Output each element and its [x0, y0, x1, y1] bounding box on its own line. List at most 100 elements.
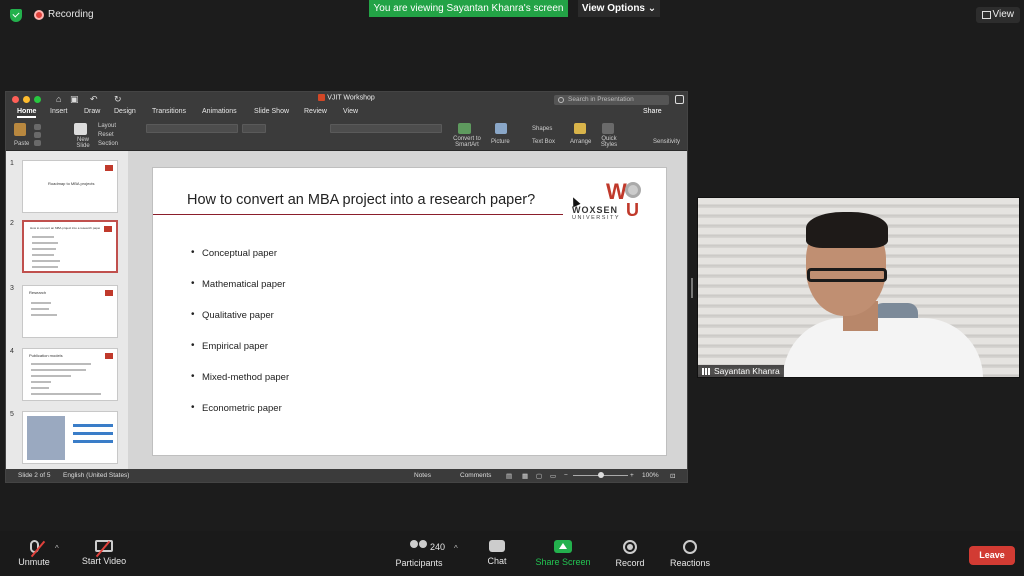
- share-screen-button[interactable]: Share Screen: [535, 531, 591, 567]
- thumb-line: [31, 308, 49, 310]
- grid-icon: [982, 11, 991, 19]
- convert-smartart-button[interactable]: Convert to SmartArt: [450, 136, 484, 148]
- chat-button[interactable]: Chat: [482, 531, 512, 566]
- slide-thumbnail-panel[interactable]: 1 Roadmap to MBA projects 2 How to conve…: [6, 151, 128, 469]
- unmute-button[interactable]: Unmute: [14, 531, 54, 567]
- thumb-number: 1: [10, 160, 14, 167]
- participant-video-tile[interactable]: Sayantan Khanra: [697, 197, 1020, 378]
- logo-mini-icon: [104, 226, 112, 232]
- tab-transitions[interactable]: Transitions: [152, 108, 186, 115]
- comments-button[interactable]: Comments: [460, 472, 491, 479]
- current-slide[interactable]: How to convert an MBA project into a res…: [152, 167, 667, 456]
- paste-icon[interactable]: [14, 123, 26, 136]
- layout-button[interactable]: Layout: [98, 123, 116, 129]
- cut-icon[interactable]: [34, 124, 41, 130]
- shapes-button[interactable]: Shapes: [532, 126, 552, 132]
- logo-mini-icon: [105, 165, 113, 171]
- normal-view-icon[interactable]: ▤: [506, 472, 512, 480]
- search-input[interactable]: Search in Presentation: [554, 95, 669, 105]
- smartart-icon[interactable]: [458, 123, 471, 134]
- notes-button[interactable]: Notes: [414, 472, 431, 479]
- text-box-button[interactable]: Text Box: [532, 139, 555, 145]
- woxsen-logo-u-icon: U: [626, 200, 639, 220]
- slide-title: How to convert an MBA project into a res…: [187, 192, 536, 208]
- thumb-line: [31, 387, 49, 389]
- tab-design[interactable]: Design: [114, 108, 136, 115]
- paragraph-controls[interactable]: [330, 124, 442, 133]
- slide-thumbnail-1[interactable]: Roadmap to MBA projects: [22, 160, 118, 213]
- bullet-item: Mathematical paper: [191, 278, 289, 310]
- tab-animations[interactable]: Animations: [202, 108, 237, 115]
- picture-button[interactable]: Picture: [491, 139, 510, 145]
- font-size-select[interactable]: [242, 124, 266, 133]
- slide-canvas[interactable]: How to convert an MBA project into a res…: [128, 151, 687, 469]
- participants-options-chevron-icon[interactable]: ^: [454, 544, 458, 553]
- language-label[interactable]: English (United States): [63, 472, 129, 479]
- tab-view[interactable]: View: [343, 108, 358, 115]
- start-video-button[interactable]: Start Video: [78, 531, 130, 566]
- slide-sorter-icon[interactable]: ▦: [522, 472, 528, 480]
- zoom-level[interactable]: 100%: [642, 472, 659, 479]
- copy-icon[interactable]: [34, 132, 41, 138]
- zoom-slider-handle[interactable]: [598, 472, 604, 478]
- bullet-item: Mixed-method paper: [191, 371, 289, 403]
- ribbon-tabs: Home Insert Draw Design Transitions Anim…: [6, 107, 687, 120]
- fit-slide-icon[interactable]: ⊡: [670, 472, 675, 480]
- reset-button[interactable]: Reset: [98, 132, 114, 138]
- slide-thumbnail-2[interactable]: How to convert an MBA project into a res…: [22, 220, 118, 273]
- account-icon[interactable]: [675, 95, 684, 104]
- new-slide-icon[interactable]: [74, 123, 87, 135]
- tab-slide-show[interactable]: Slide Show: [254, 108, 289, 115]
- new-slide-button[interactable]: New Slide: [72, 137, 94, 149]
- alignment-controls[interactable]: [330, 137, 442, 146]
- security-shield-icon[interactable]: [10, 9, 22, 22]
- reactions-label: Reactions: [669, 558, 711, 568]
- microphone-muted-icon: [29, 540, 45, 558]
- slide-thumbnail-3[interactable]: Research: [22, 285, 118, 338]
- view-options-button[interactable]: View Options ⌄: [578, 0, 660, 17]
- zoom-out-icon[interactable]: −: [564, 472, 568, 479]
- slide-thumbnail-5[interactable]: [22, 411, 118, 464]
- arrange-button[interactable]: Arrange: [570, 139, 591, 145]
- quick-styles-icon[interactable]: [602, 123, 614, 134]
- tab-insert[interactable]: Insert: [50, 108, 68, 115]
- tab-draw[interactable]: Draw: [84, 108, 100, 115]
- leave-button[interactable]: Leave: [969, 546, 1015, 565]
- recording-label: Recording: [48, 9, 94, 20]
- reactions-button[interactable]: Reactions: [668, 531, 712, 568]
- person-body: [783, 318, 983, 377]
- reading-view-icon[interactable]: ▢: [536, 472, 542, 480]
- share-screen-icon: [554, 540, 572, 553]
- split-view-divider[interactable]: [691, 278, 693, 298]
- person-hair: [806, 212, 888, 248]
- picture-icon[interactable]: [495, 123, 507, 134]
- camera-off-icon: [95, 540, 113, 558]
- thumb-line: [32, 248, 56, 250]
- bullet-item: Econometric paper: [191, 402, 289, 434]
- quick-styles-button[interactable]: Quick Styles: [598, 136, 620, 148]
- audio-options-chevron-icon[interactable]: ^: [55, 544, 59, 553]
- slideshow-icon[interactable]: ▭: [550, 472, 556, 480]
- font-family-select[interactable]: [146, 124, 238, 133]
- viewing-banner: You are viewing Sayantan Khanra's screen: [369, 0, 568, 17]
- record-button[interactable]: Record: [612, 531, 648, 568]
- tab-home[interactable]: Home: [17, 108, 37, 118]
- person-glasses: [807, 268, 887, 282]
- font-format-buttons[interactable]: [146, 137, 326, 146]
- thumb-line: [32, 242, 58, 244]
- paste-label[interactable]: Paste: [14, 141, 29, 147]
- zoom-in-icon[interactable]: +: [630, 472, 634, 479]
- participant-count: 240: [430, 542, 446, 552]
- format-painter-icon[interactable]: [34, 140, 41, 146]
- share-button[interactable]: Share: [643, 108, 662, 115]
- view-button[interactable]: View: [976, 7, 1020, 23]
- section-button[interactable]: Section: [98, 141, 118, 147]
- thumb-image: [27, 416, 65, 460]
- participant-name-tag: Sayantan Khanra: [698, 365, 784, 377]
- arrange-icon[interactable]: [574, 123, 586, 134]
- ppt-title-bar: ⌂ ▣ ↶ ↻ VJIT Workshop Search in Presenta…: [6, 92, 687, 107]
- tab-review[interactable]: Review: [304, 108, 327, 115]
- slide-thumbnail-4[interactable]: Publication models: [22, 348, 118, 401]
- bullet-item: Conceptual paper: [191, 247, 289, 279]
- sensitivity-button[interactable]: Sensitivity: [653, 139, 680, 145]
